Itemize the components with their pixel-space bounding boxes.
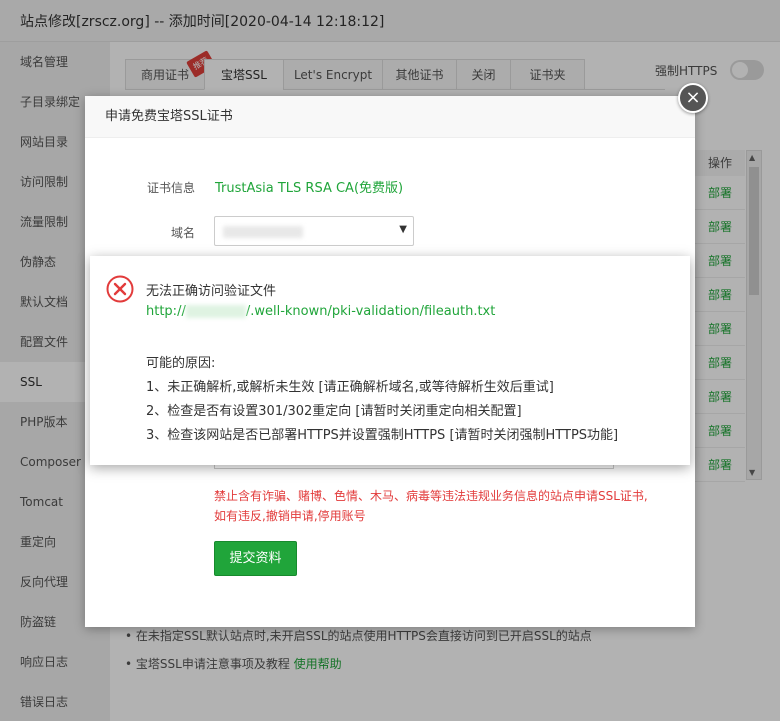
submit-button[interactable]: 提交资料 bbox=[214, 541, 297, 576]
domain-redacted bbox=[223, 226, 303, 238]
chevron-down-icon: ▼ bbox=[399, 224, 407, 235]
reason-item: 2、检查是否有设置301/302重定向 [请暂时关闭重定向相关配置] bbox=[146, 404, 522, 419]
error-url: http:///.well-known/pki-validation/filea… bbox=[146, 304, 496, 319]
cert-info-label: 证书信息 bbox=[147, 181, 196, 195]
error-circle-icon bbox=[106, 275, 134, 303]
error-title: 无法正确访问验证文件 bbox=[146, 284, 277, 299]
domain-label: 域名 bbox=[171, 226, 196, 240]
dialog-title: 申请免费宝塔SSL证书 bbox=[85, 96, 695, 138]
cert-info-value: TrustAsia TLS RSA CA(免费版) bbox=[215, 181, 404, 196]
reasons-title: 可能的原因: bbox=[146, 356, 216, 371]
reason-item: 1、未正确解析,或解析未生效 [请正确解析域名,或等待解析生效后重试] bbox=[146, 380, 554, 395]
close-icon[interactable]: × bbox=[678, 83, 708, 113]
domain-select[interactable]: ▼ bbox=[214, 216, 414, 246]
error-popup: 无法正确访问验证文件 http:///.well-known/pki-valid… bbox=[90, 256, 690, 465]
warning-text: 禁止含有诈骗、赌博、色情、木马、病毒等违法违规业务信息的站点申请SSL证书, 如… bbox=[214, 489, 648, 523]
reason-item: 3、检查该网站是否已部署HTTPS并设置强制HTTPS [请暂时关闭强制HTTP… bbox=[146, 428, 619, 443]
domain-redacted bbox=[185, 305, 246, 318]
